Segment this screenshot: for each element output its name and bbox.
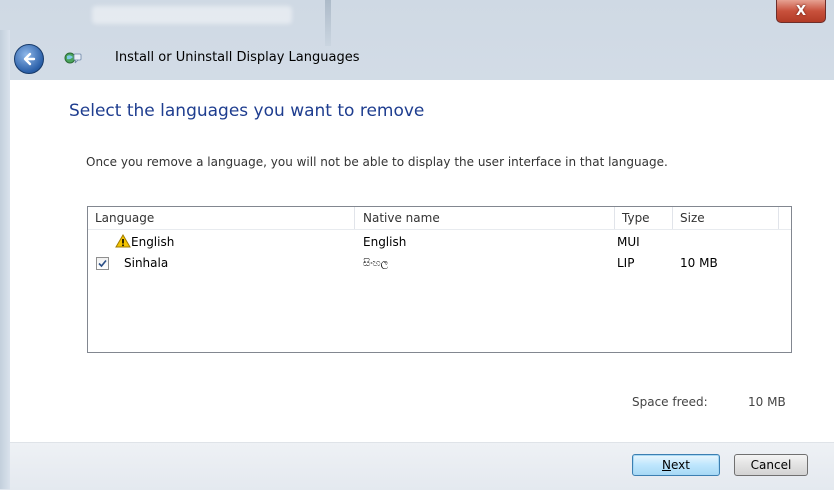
cancel-button[interactable]: Cancel <box>734 454 808 476</box>
language-type: LIP <box>617 256 635 270</box>
header-divider <box>88 229 791 230</box>
language-size: 10 MB <box>680 256 718 270</box>
glass-divider <box>325 0 331 46</box>
space-freed-value: 10 MB <box>748 395 786 409</box>
language-name: Sinhala <box>124 256 169 270</box>
column-separator[interactable] <box>672 207 673 229</box>
language-name: English <box>131 235 175 249</box>
column-separator[interactable] <box>778 207 779 229</box>
page-heading: Select the languages you want to remove <box>69 101 425 121</box>
language-globe-icon <box>64 52 82 64</box>
title-bar: X <box>0 0 834 46</box>
checkmark-icon <box>98 259 107 268</box>
back-button[interactable] <box>14 44 44 74</box>
warning-icon <box>115 234 131 248</box>
column-separator[interactable] <box>354 207 355 229</box>
native-name: English <box>363 235 407 249</box>
column-header-native-name[interactable]: Native name <box>363 207 440 229</box>
window-title: Install or Uninstall Display Languages <box>115 50 360 65</box>
blurred-background-tab <box>92 6 292 24</box>
language-checkbox[interactable] <box>96 257 109 270</box>
language-type: MUI <box>617 235 640 249</box>
language-list[interactable]: Language Native name Type Size English E… <box>87 206 792 353</box>
next-label-rest: ext <box>671 458 690 472</box>
column-header-size[interactable]: Size <box>680 207 705 229</box>
space-freed-label: Space freed: <box>632 395 708 409</box>
column-header-type[interactable]: Type <box>622 207 650 229</box>
back-arrow-icon <box>23 52 36 66</box>
close-button[interactable]: X <box>776 0 826 23</box>
next-button[interactable]: Next <box>632 454 720 476</box>
native-name: සිංහල <box>363 258 389 269</box>
page-description: Once you remove a language, you will not… <box>86 155 668 169</box>
close-icon: X <box>795 3 807 19</box>
next-accelerator: N <box>662 458 671 472</box>
window-left-edge <box>0 30 10 489</box>
column-separator[interactable] <box>614 207 615 229</box>
column-header-language[interactable]: Language <box>95 207 154 229</box>
